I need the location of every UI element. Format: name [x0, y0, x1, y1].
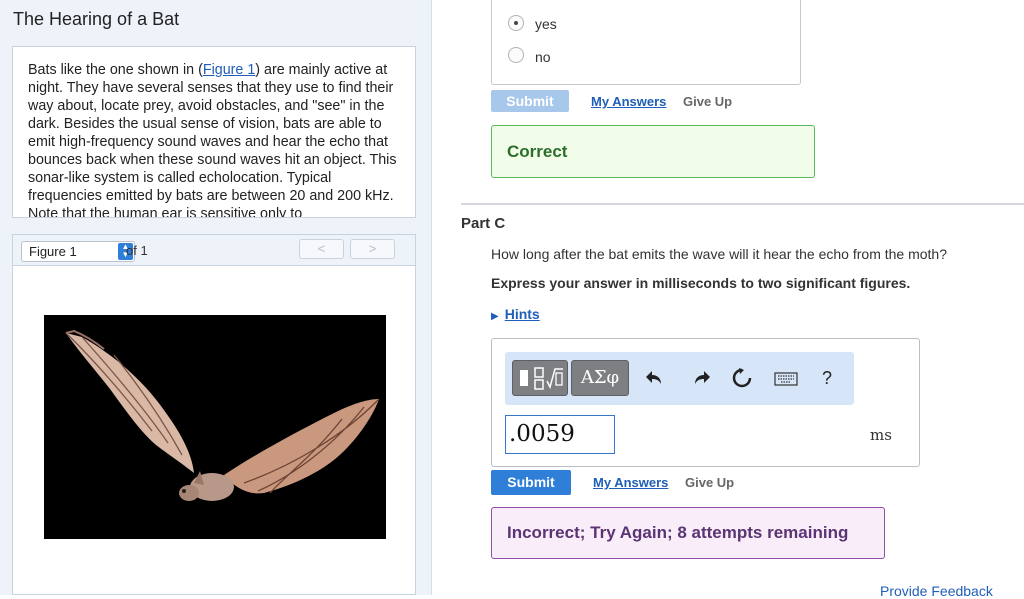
figure-link[interactable]: Figure 1: [203, 62, 255, 78]
templates-icon[interactable]: [512, 360, 568, 396]
radio-no-label[interactable]: no: [535, 49, 551, 65]
keyboard-icon[interactable]: [773, 366, 799, 390]
part-c-feedback-incorrect: Incorrect; Try Again; 8 attempts remaini…: [491, 507, 885, 559]
hints-toggle[interactable]: ▶ Hints: [491, 306, 540, 322]
part-c-my-answers-link[interactable]: My Answers: [593, 475, 668, 490]
part-b-submit-button[interactable]: Submit: [491, 90, 569, 112]
part-c-title: Part C: [461, 215, 506, 232]
figure-select-value: Figure 1: [29, 244, 77, 259]
triangle-right-icon: ▶: [491, 311, 499, 322]
reset-icon[interactable]: [730, 366, 754, 390]
part-b-feedback-correct: Correct: [491, 125, 815, 178]
intro-text-rest: ) are mainly active at night. They have …: [28, 62, 397, 218]
answer-area: ΑΣφ ? .0059 ms: [491, 338, 920, 467]
figure-panel: Figure 1 ▲ ▼ of 1 < >: [12, 234, 416, 595]
radio-yes-label[interactable]: yes: [535, 16, 557, 32]
part-c-submit-button[interactable]: Submit: [491, 470, 571, 495]
part-b-give-up-link[interactable]: Give Up: [683, 94, 732, 109]
radio-yes[interactable]: [508, 15, 524, 31]
problem-intro[interactable]: Bats like the one shown in (Figure 1) ar…: [12, 46, 416, 218]
part-c-question: How long after the bat emits the wave wi…: [491, 246, 948, 262]
part-divider: [461, 203, 1024, 205]
intro-text-start: Bats like the one shown in (: [28, 62, 203, 78]
help-button[interactable]: ?: [815, 366, 839, 390]
figure-toolbar: Figure 1 ▲ ▼ of 1 < >: [13, 235, 415, 266]
symbols-button[interactable]: ΑΣφ: [571, 360, 629, 396]
hints-label: Hints: [504, 306, 540, 322]
redo-icon[interactable]: [688, 366, 712, 390]
problem-sidebar: The Hearing of a Bat Bats like the one s…: [0, 0, 432, 595]
radio-no[interactable]: [508, 47, 524, 63]
part-c-instruction: Express your answer in milliseconds to t…: [491, 275, 911, 291]
undo-icon[interactable]: [644, 366, 668, 390]
page-title: The Hearing of a Bat: [13, 9, 180, 29]
answer-input[interactable]: .0059: [505, 415, 615, 454]
figure-select[interactable]: Figure 1 ▲ ▼: [21, 241, 135, 262]
bat-image: [44, 315, 386, 539]
figure-count: of 1: [126, 243, 148, 258]
part-b-choices: yes no: [491, 0, 801, 85]
previous-figure-button[interactable]: <: [299, 239, 344, 259]
math-toolbar: ΑΣφ ?: [505, 352, 854, 405]
part-b-my-answers-link[interactable]: My Answers: [591, 94, 666, 109]
part-c-give-up-link[interactable]: Give Up: [685, 475, 734, 490]
answer-unit: ms: [870, 426, 892, 444]
provide-feedback-link[interactable]: Provide Feedback: [880, 583, 993, 599]
problem-main: yes no Submit My Answers Give Up Correct…: [433, 0, 1024, 599]
next-figure-button[interactable]: >: [350, 239, 395, 259]
